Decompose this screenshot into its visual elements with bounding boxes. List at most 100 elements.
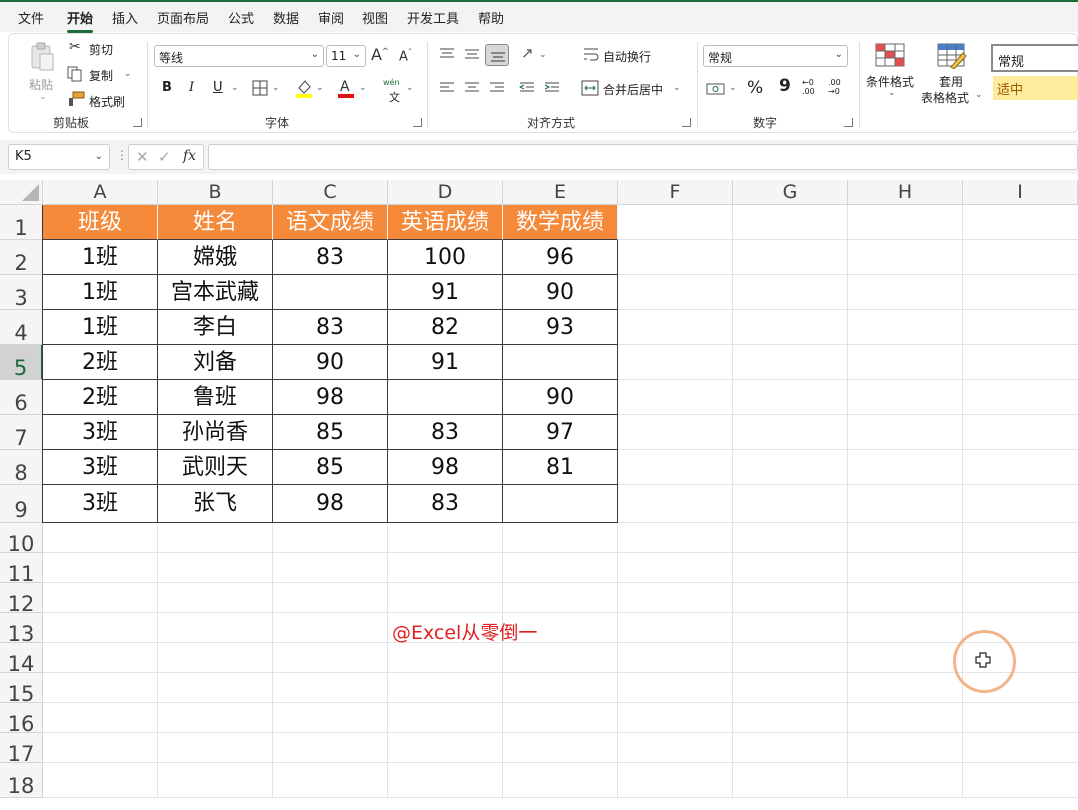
alignment-launcher-icon[interactable] xyxy=(682,118,691,127)
style-normal[interactable]: 常规 xyxy=(991,44,1078,72)
italic-button[interactable]: I xyxy=(189,80,194,95)
phonetic-dropdown-icon[interactable]: ⌄ xyxy=(406,83,414,93)
column-header-h[interactable]: H xyxy=(848,180,963,205)
format-as-table-label-2[interactable]: 表格格式 xyxy=(921,89,969,106)
table-cell[interactable]: 83 xyxy=(273,240,388,275)
font-name-select[interactable]: 等线 ⌄ xyxy=(154,45,324,67)
wrap-text-icon[interactable] xyxy=(583,47,599,61)
column-header-f[interactable]: F xyxy=(618,180,733,205)
paste-icon[interactable] xyxy=(29,42,55,72)
decrease-font-icon[interactable]: Aˇ xyxy=(399,49,412,64)
table-cell[interactable]: 83 xyxy=(273,310,388,345)
table-cell[interactable]: 李白 xyxy=(158,310,273,345)
table-cell[interactable]: 100 xyxy=(388,240,503,275)
row-header-7[interactable]: 7 xyxy=(0,415,43,450)
row-header-15[interactable]: 15 xyxy=(0,673,43,706)
column-header-e[interactable]: E xyxy=(503,180,618,205)
align-top-icon[interactable] xyxy=(439,47,455,61)
tab-developer[interactable]: 开发工具 xyxy=(407,8,459,27)
table-header-cell[interactable]: 英语成绩 xyxy=(388,205,503,240)
accounting-format-icon[interactable] xyxy=(706,81,726,97)
table-cell[interactable]: 张飞 xyxy=(158,485,273,523)
tab-page-layout[interactable]: 页面布局 xyxy=(157,8,209,27)
align-bottom-button[interactable] xyxy=(485,44,509,66)
table-cell[interactable]: 90 xyxy=(503,275,618,310)
merge-dropdown-icon[interactable]: ⌄ xyxy=(673,83,681,93)
tab-formulas[interactable]: 公式 xyxy=(228,8,254,27)
row-header-11[interactable]: 11 xyxy=(0,553,43,586)
table-cell[interactable]: 81 xyxy=(503,450,618,485)
column-header-b[interactable]: B xyxy=(158,180,273,205)
table-cell[interactable] xyxy=(503,345,618,380)
copy-dropdown-icon[interactable]: ⌄ xyxy=(124,69,132,79)
align-middle-icon[interactable] xyxy=(464,47,480,61)
align-left-icon[interactable] xyxy=(439,81,455,95)
table-cell[interactable]: 91 xyxy=(388,345,503,380)
tab-review[interactable]: 审阅 xyxy=(318,8,344,27)
table-cell[interactable]: 96 xyxy=(503,240,618,275)
row-header-5[interactable]: 5 xyxy=(0,345,43,380)
table-cell[interactable]: 刘备 xyxy=(158,345,273,380)
table-cell[interactable]: 1班 xyxy=(43,310,158,345)
phonetic-guide-top[interactable]: wén xyxy=(383,78,400,87)
align-center-icon[interactable] xyxy=(464,81,480,95)
format-as-table-icon[interactable] xyxy=(937,43,967,69)
row-header-13[interactable]: 13 xyxy=(0,613,43,646)
row-header-6[interactable]: 6 xyxy=(0,380,43,415)
table-cell[interactable]: 1班 xyxy=(43,275,158,310)
row-header-9[interactable]: 9 xyxy=(0,485,43,523)
increase-font-icon[interactable]: A^ xyxy=(371,47,389,63)
cut-button[interactable]: 剪切 xyxy=(89,41,113,58)
formula-input[interactable] xyxy=(208,144,1078,170)
row-header-4[interactable]: 4 xyxy=(0,310,43,345)
increase-decimal-button[interactable]: ←0 .00 xyxy=(802,78,824,96)
column-header-i[interactable]: I xyxy=(963,180,1078,205)
cancel-icon[interactable]: ✕ xyxy=(136,148,149,166)
table-cell[interactable]: 武则天 xyxy=(158,450,273,485)
tab-home[interactable]: 开始 xyxy=(67,8,94,33)
table-cell[interactable]: 3班 xyxy=(43,415,158,450)
number-format-select[interactable]: 常规 ⌄ xyxy=(703,45,848,67)
table-cell[interactable]: 85 xyxy=(273,450,388,485)
row-header-17[interactable]: 17 xyxy=(0,733,43,766)
row-header-10[interactable]: 10 xyxy=(0,523,43,556)
table-header-cell[interactable]: 数学成绩 xyxy=(503,205,618,240)
borders-icon[interactable] xyxy=(252,80,268,96)
table-cell[interactable]: 3班 xyxy=(43,450,158,485)
percent-button[interactable]: % xyxy=(747,78,763,98)
phonetic-guide-icon[interactable]: 文 xyxy=(389,89,400,105)
format-painter-icon[interactable] xyxy=(67,91,85,107)
table-cell[interactable]: 83 xyxy=(388,485,503,523)
row-header-8[interactable]: 8 xyxy=(0,450,43,485)
format-painter-button[interactable]: 格式刷 xyxy=(89,93,125,110)
clipboard-launcher-icon[interactable] xyxy=(133,118,142,127)
table-cell[interactable]: 孙尚香 xyxy=(158,415,273,450)
enter-icon[interactable]: ✓ xyxy=(158,148,171,166)
font-color-icon[interactable]: A xyxy=(337,78,355,98)
conditional-format-dropdown-icon[interactable]: ⌄ xyxy=(888,88,896,98)
font-color-dropdown-icon[interactable]: ⌄ xyxy=(359,83,367,93)
tab-help[interactable]: 帮助 xyxy=(478,8,504,27)
underline-dropdown-icon[interactable]: ⌄ xyxy=(231,83,239,93)
table-header-cell[interactable]: 语文成绩 xyxy=(273,205,388,240)
decrease-decimal-button[interactable]: .00 →0 xyxy=(828,78,850,96)
table-cell[interactable]: 85 xyxy=(273,415,388,450)
format-as-table-dropdown-icon[interactable]: ⌄ xyxy=(975,90,983,100)
font-size-select[interactable]: 11 ⌄ xyxy=(326,45,366,67)
table-cell[interactable]: 97 xyxy=(503,415,618,450)
decrease-indent-icon[interactable] xyxy=(519,81,535,95)
copy-icon[interactable] xyxy=(67,66,83,82)
number-launcher-icon[interactable] xyxy=(844,118,853,127)
increase-indent-icon[interactable] xyxy=(544,81,560,95)
table-cell[interactable]: 2班 xyxy=(43,345,158,380)
table-cell[interactable] xyxy=(388,380,503,415)
column-header-d[interactable]: D xyxy=(388,180,503,205)
row-header-12[interactable]: 12 xyxy=(0,583,43,616)
table-cell[interactable]: 93 xyxy=(503,310,618,345)
table-header-cell[interactable]: 班级 xyxy=(43,205,158,240)
tab-data[interactable]: 数据 xyxy=(273,8,299,27)
row-header-14[interactable]: 14 xyxy=(0,643,43,676)
insert-function-icon[interactable]: fx xyxy=(183,148,196,164)
accounting-dropdown-icon[interactable]: ⌄ xyxy=(729,83,737,93)
wrap-text-button[interactable]: 自动换行 xyxy=(603,48,651,65)
